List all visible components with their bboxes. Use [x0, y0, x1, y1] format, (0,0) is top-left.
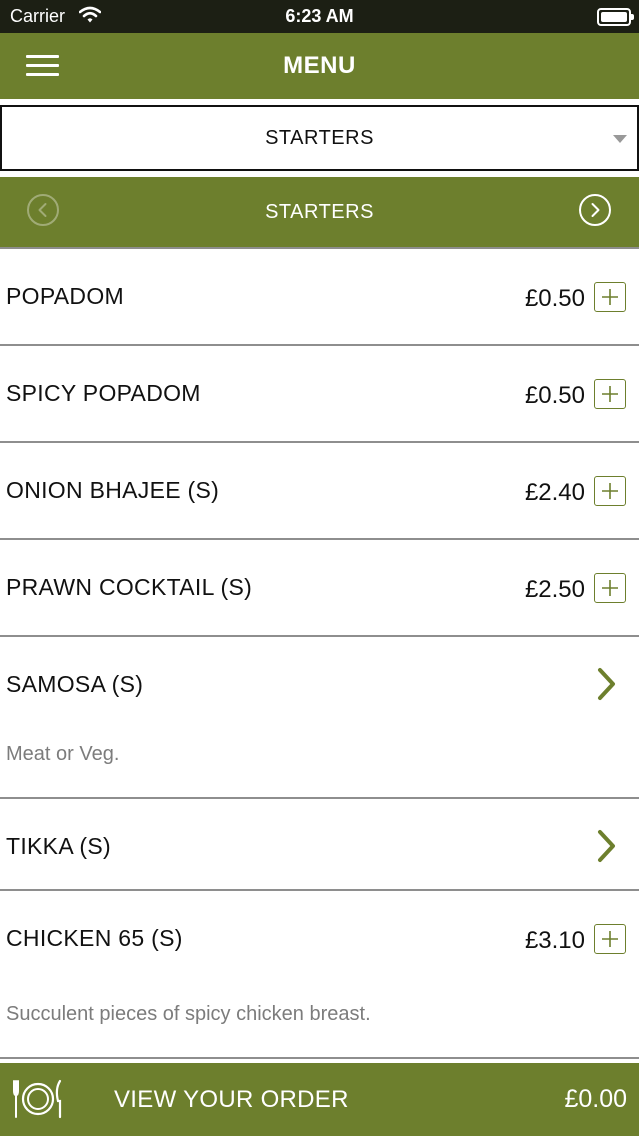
menu-item-chicken-65[interactable]: CHICKEN 65 (S) £3.10 Succulent pieces of…: [0, 891, 639, 1059]
chevron-right-icon: [591, 203, 600, 217]
add-to-order-button[interactable]: [594, 379, 626, 409]
chevron-right-icon: [598, 830, 615, 862]
item-price: £0.50: [524, 382, 585, 409]
menu-item-tikka[interactable]: TIKKA (S): [0, 799, 639, 891]
item-name: SAMOSA (S): [6, 671, 144, 697]
item-name: POPADOM: [6, 283, 124, 309]
next-category-button[interactable]: [579, 194, 611, 226]
plus-icon: [602, 386, 618, 402]
item-name: SPICY POPADOM: [6, 380, 201, 406]
category-dropdown-value: STARTERS: [265, 127, 374, 149]
add-to-order-button[interactable]: [594, 282, 626, 312]
item-price: £0.50: [524, 285, 585, 312]
add-to-order-button[interactable]: [594, 924, 626, 954]
status-time: 6:23 AM: [285, 6, 354, 26]
menu-item-prawn-cocktail[interactable]: PRAWN COCKTAIL (S) £2.50: [0, 540, 639, 637]
menu-item-list: POPADOM £0.50 SPICY POPADOM £0.50 ONION …: [0, 249, 639, 1059]
menu-item-onion-bhajee[interactable]: ONION BHAJEE (S) £2.40: [0, 443, 639, 540]
order-total: £0.00: [564, 1085, 627, 1113]
item-price: £2.50: [524, 576, 585, 603]
battery-icon: [597, 8, 634, 26]
add-to-order-button[interactable]: [594, 573, 626, 603]
category-header: STARTERS: [0, 177, 639, 249]
top-nav-bar: MENU: [0, 33, 639, 99]
add-to-order-button[interactable]: [594, 476, 626, 506]
menu-item-popadom[interactable]: POPADOM £0.50: [0, 249, 639, 346]
item-name: PRAWN COCKTAIL (S): [6, 574, 253, 600]
item-name: ONION BHAJEE (S): [6, 477, 220, 503]
item-price: £3.10: [524, 927, 585, 954]
item-name: CHICKEN 65 (S): [6, 925, 183, 951]
view-order-label: VIEW YOUR ORDER: [114, 1086, 349, 1113]
category-title: STARTERS: [265, 201, 374, 223]
item-description: Succulent pieces of spicy chicken breast…: [6, 1003, 371, 1025]
category-dropdown[interactable]: STARTERS: [0, 105, 639, 171]
page-title: MENU: [283, 52, 356, 79]
plus-icon: [602, 483, 618, 499]
plus-icon: [602, 580, 618, 596]
plus-icon: [602, 289, 618, 305]
item-description: Meat or Veg.: [6, 743, 120, 765]
caret-down-icon: [613, 135, 627, 143]
menu-item-samosa[interactable]: SAMOSA (S) Meat or Veg.: [0, 637, 639, 799]
menu-item-spicy-popadom[interactable]: SPICY POPADOM £0.50: [0, 346, 639, 443]
plate-cutlery-icon: [13, 1079, 62, 1119]
plus-icon: [602, 931, 618, 947]
item-name: TIKKA (S): [6, 833, 111, 859]
status-bar: Carrier 6:23 AM: [0, 0, 639, 33]
item-price: £2.40: [524, 479, 585, 506]
view-order-bar[interactable]: VIEW YOUR ORDER £0.00: [0, 1063, 639, 1136]
chevron-right-icon: [598, 668, 615, 700]
